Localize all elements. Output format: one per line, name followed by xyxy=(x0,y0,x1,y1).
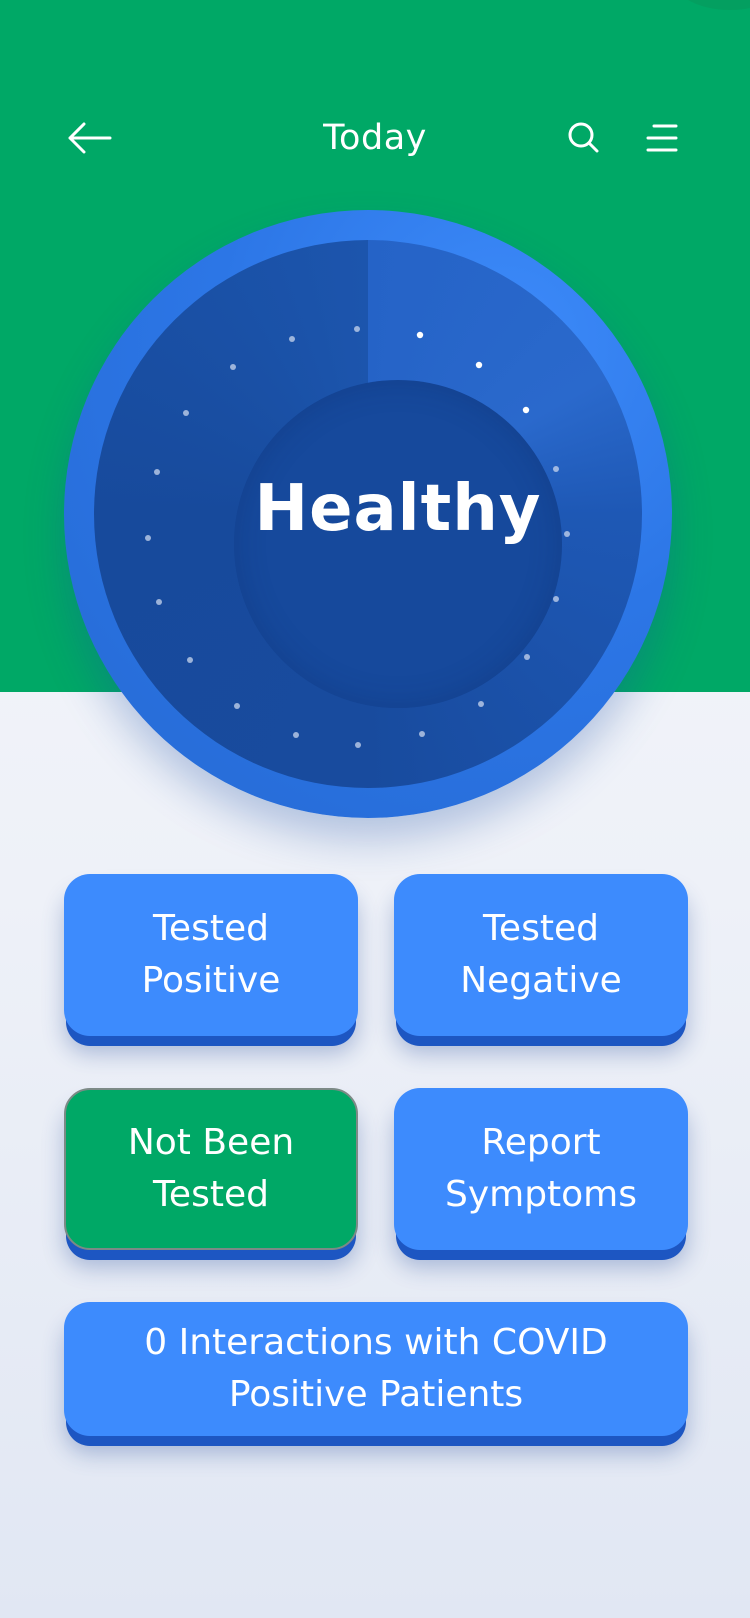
not-been-tested-label: Not Been Tested xyxy=(127,1122,295,1215)
tick-dot xyxy=(234,703,240,709)
tested-positive-label: Tested Positive xyxy=(141,908,281,1001)
tick-dot-active xyxy=(522,406,530,414)
page-title: Today xyxy=(323,118,427,158)
interactions-button[interactable]: 0 Interactions with COVID Positive Patie… xyxy=(64,1302,688,1436)
tick-dot xyxy=(524,654,530,660)
tick-dot-active xyxy=(416,331,424,339)
tick-dot xyxy=(183,410,189,416)
tick-dot xyxy=(145,535,151,541)
search-icon xyxy=(568,122,599,153)
top-bar: Today xyxy=(0,100,750,180)
health-status-dial: Healthy xyxy=(64,210,672,818)
menu-button[interactable] xyxy=(644,118,684,158)
decorative-blob xyxy=(670,0,750,10)
tick-dot xyxy=(293,732,299,738)
search-button[interactable] xyxy=(564,118,604,158)
tick-dot xyxy=(230,364,236,370)
health-status-label: Healthy xyxy=(254,472,542,546)
tick-dot xyxy=(553,596,559,602)
menu-icon xyxy=(646,124,678,152)
dial-ring: Healthy xyxy=(94,240,642,788)
tick-dot xyxy=(564,531,570,537)
dial-center: Healthy xyxy=(234,380,562,708)
tick-dot xyxy=(156,599,162,605)
tick-dot xyxy=(289,336,295,342)
tick-dot xyxy=(478,701,484,707)
tick-dot xyxy=(419,731,425,737)
tick-dot xyxy=(355,742,361,748)
tick-dot-active xyxy=(475,361,483,369)
tested-negative-button[interactable]: Tested Negative xyxy=(394,874,688,1036)
tick-dot xyxy=(354,326,360,332)
tested-positive-button[interactable]: Tested Positive xyxy=(64,874,358,1036)
report-symptoms-label: Report Symptoms xyxy=(444,1122,638,1215)
tick-dot xyxy=(187,657,193,663)
tick-dot xyxy=(154,469,160,475)
tested-negative-label: Tested Negative xyxy=(460,908,622,1001)
not-been-tested-button[interactable]: Not Been Tested xyxy=(64,1088,358,1250)
report-symptoms-button[interactable]: Report Symptoms xyxy=(394,1088,688,1250)
interactions-label: 0 Interactions with COVID Positive Patie… xyxy=(144,1322,608,1415)
